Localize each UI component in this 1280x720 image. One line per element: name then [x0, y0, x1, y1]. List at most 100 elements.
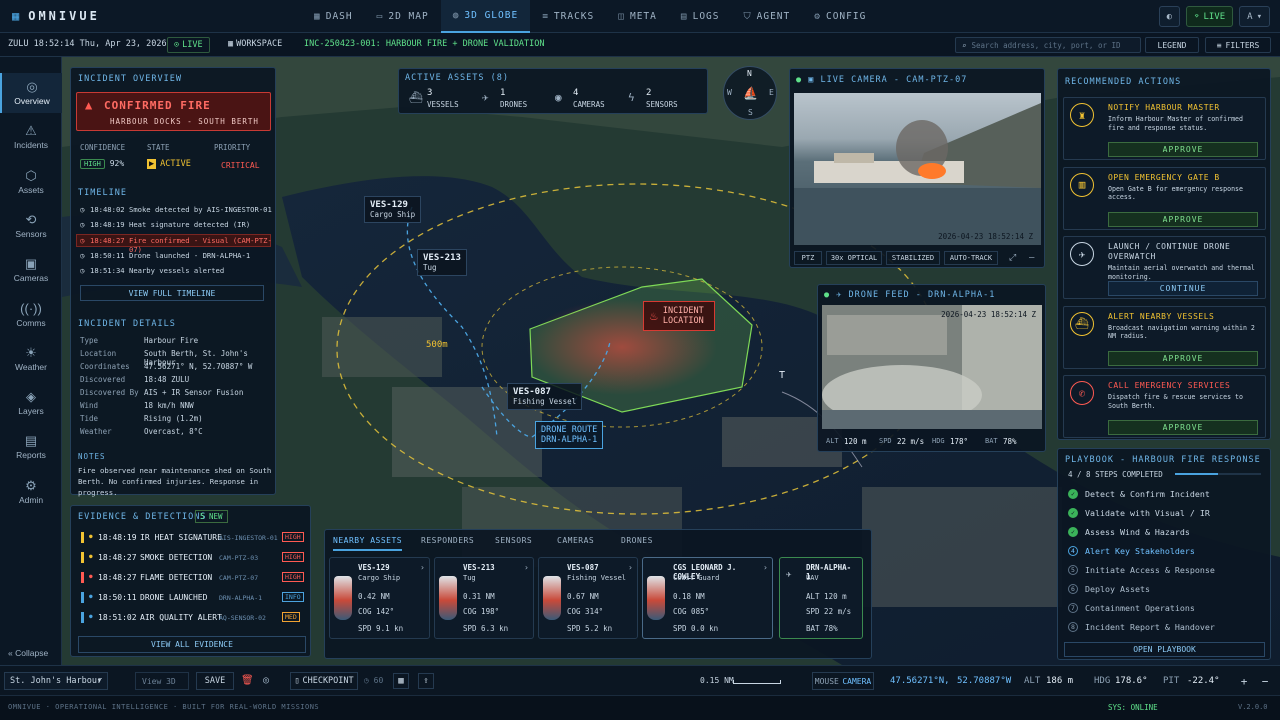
action-approve-button[interactable]: APPROVE [1108, 420, 1258, 435]
confidence-value: HIGH 92% [80, 159, 124, 169]
record-dot-icon: ● [824, 290, 831, 300]
view-full-timeline-button[interactable]: VIEW FULL TIMELINE [80, 285, 264, 301]
chevron-right-icon[interactable]: › [763, 563, 768, 572]
asset-card[interactable]: CGS LEONARD J. COWLEY Coast Guard › 0.18 NM… [642, 557, 773, 639]
camera-control-stabilized[interactable]: STABILIZED [886, 251, 940, 265]
nav-tab-agent[interactable]: ⛉ AGENT [732, 0, 803, 33]
zoom-out-button[interactable]: − [1257, 672, 1273, 690]
asset-card[interactable]: VES-129 Cargo Ship › 0.42 NM COG 142° SPD 9.1… [329, 557, 430, 639]
checkpoint-button[interactable]: ▯ CHECKPOINT [290, 672, 358, 690]
action-approve-button[interactable]: APPROVE [1108, 142, 1258, 157]
action-title: LAUNCH / CONTINUE DRONE OVERWATCH [1108, 242, 1231, 261]
legend-button[interactable]: LEGEND [1145, 37, 1199, 53]
asset-card[interactable]: VES-087 Fishing Vessel › 0.67 NM COG 314° SPD… [538, 557, 638, 639]
asset-type: UAV [806, 574, 819, 582]
playbook-step[interactable]: 7 Containment Operations [1068, 600, 1195, 616]
location-select[interactable]: St. John's Harbour ▾ [4, 672, 108, 690]
sidebar-item-label: Reports [16, 450, 46, 461]
alerts-icon[interactable]: ◐ [1158, 6, 1181, 27]
drone-feed-image[interactable]: 2026-04-23 18:52:14 Z [822, 305, 1042, 429]
sidebar-item-admin[interactable]: ⚙ Admin [0, 472, 62, 512]
sidebar-item-sensors[interactable]: ⟲ Sensors [0, 206, 62, 246]
detail-key: Coordinates [80, 362, 130, 371]
camera-feed-image[interactable]: 2026-04-23 18:52:14 Z [794, 93, 1041, 245]
playbook-step[interactable]: ✓ Detect & Confirm Incident [1068, 486, 1210, 502]
share-icon[interactable]: ⇪ [418, 673, 434, 689]
playbook-step[interactable]: ✓ Assess Wind & Hazards [1068, 524, 1190, 540]
camera-mode[interactable]: CAMERA [842, 677, 871, 686]
open-playbook-button[interactable]: OPEN PLAYBOOK [1064, 642, 1265, 657]
asset-stat-2: COG 314° [567, 607, 604, 616]
sidebar-item-weather[interactable]: ☀ Weather [0, 339, 62, 379]
nav-tab-2d-map[interactable]: ▭ 2D MAP [365, 0, 441, 33]
sidebar-item-cameras[interactable]: ▣ Cameras [0, 250, 62, 290]
nav-tab-logs[interactable]: ▤ LOGS [669, 0, 732, 33]
filters-button[interactable]: ≡ FILTERS [1205, 37, 1271, 53]
camera-control-auto-track[interactable]: AUTO-TRACK [944, 251, 998, 265]
playbook-step[interactable]: ✓ Validate with Visual / IR [1068, 505, 1210, 521]
collapse-label: Collapse [15, 648, 49, 658]
checkpoint-icon: ▯ [294, 676, 300, 686]
playbook-step[interactable]: 6 Deploy Assets [1068, 581, 1150, 597]
nav-tab-tracks[interactable]: ≡ TRACKS [530, 0, 606, 33]
sidebar-item-overview[interactable]: ◎ Overview [0, 73, 62, 113]
sidebar-item-reports[interactable]: ▤ Reports [0, 427, 62, 467]
collapse-button[interactable]: « Collapse [8, 648, 48, 658]
ves-129-id: VES-129 [370, 200, 408, 210]
timeline-event: Smoke detected by AIS-INGESTOR-01 [129, 205, 272, 214]
target-icon[interactable]: ◎ [263, 675, 269, 686]
user-menu-button[interactable]: A ▾ [1239, 6, 1270, 27]
tab-cameras[interactable]: CAMERAS [557, 536, 594, 549]
nav-tab-meta[interactable]: ◫ META [606, 0, 669, 33]
sidebar-item-assets[interactable]: ⬡ Assets [0, 162, 62, 202]
save-button[interactable]: SAVE [196, 672, 234, 690]
workspace-button[interactable]: ▦ WORKSPACE [228, 39, 282, 49]
sidebar-item-layers[interactable]: ◈ Layers [0, 383, 62, 423]
view-mode-select[interactable]: View 3D [135, 672, 189, 690]
map-label-ves-129[interactable]: VES-129 Cargo Ship [364, 196, 422, 223]
compass-south: S [748, 108, 753, 117]
tab-drones[interactable]: DRONES [621, 536, 653, 549]
sidebar-item-comms[interactable]: ((·)) Comms [0, 295, 62, 335]
map-label-ves-087[interactable]: VES-087 Fishing Vessel [507, 383, 583, 410]
compass-control[interactable]: N S E W ⛵ [723, 66, 777, 120]
longitude-readout: 52.70887°W [957, 676, 1012, 686]
chevron-right-icon[interactable]: › [628, 563, 633, 572]
nav-tab-config[interactable]: ⚙ CONFIG [802, 0, 878, 33]
action-approve-button[interactable]: APPROVE [1108, 211, 1258, 227]
incident-location-marker[interactable]: ♨ INCIDENT LOCATION [643, 301, 715, 331]
live-toggle-button[interactable]: ⌔ LIVE [1186, 6, 1234, 27]
search-input[interactable]: ⌕ Search address, city, port, or ID [955, 37, 1141, 53]
grid-view-icon[interactable]: ▦ [393, 673, 409, 689]
asset-card[interactable]: ✈ DRN-ALPHA-1 UAV ALT 120 m SPD 22 m/s BAT 78… [779, 557, 863, 639]
playbook-step[interactable]: 4 Alert Key Stakeholders [1068, 543, 1195, 559]
playbook-step[interactable]: 5 Initiate Access & Response [1068, 562, 1215, 578]
tab-sensors[interactable]: SENSORS [495, 536, 532, 549]
view-all-evidence-button[interactable]: VIEW ALL EVIDENCE [78, 636, 306, 653]
action-approve-button[interactable]: APPROVE [1108, 350, 1258, 366]
sidebar-item-incidents[interactable]: ⚠ Incidents [0, 117, 62, 157]
delete-icon[interactable]: 🗑 [241, 675, 254, 686]
compass-needle-icon: ⛵ [743, 86, 758, 100]
nav-tab-dash[interactable]: ▦ DASH [302, 0, 365, 33]
camera-control-ptz[interactable]: PTZ [794, 251, 822, 265]
zoom-in-button[interactable]: + [1236, 672, 1252, 690]
mouse-mode[interactable]: MOUSE [815, 677, 839, 686]
fullscreen-icon[interactable]: ⤢ [1009, 253, 1016, 263]
chevron-right-icon[interactable]: › [420, 563, 425, 572]
cursor-mode-toggle[interactable]: MOUSE CAMERA [812, 672, 874, 690]
map-label-ves-213[interactable]: VES-213 Tug [417, 249, 467, 276]
chevron-right-icon[interactable]: › [524, 563, 529, 572]
minimize-icon[interactable]: — [1029, 253, 1034, 263]
nav-tab-3d-globe[interactable]: ◍ 3D GLOBE [440, 0, 531, 33]
camera-control-30x-optical[interactable]: 30x OPTICAL [826, 251, 882, 265]
tab-responders[interactable]: RESPONDERS [421, 536, 474, 549]
assets-icon: ⬡ [25, 167, 37, 183]
tab-nearby-assets[interactable]: NEARBY ASSETS [333, 536, 403, 551]
drone-route-label[interactable]: DRONE ROUTE DRN-ALPHA-1 [535, 421, 604, 449]
playbook-step[interactable]: 8 Incident Report & Handover [1068, 619, 1215, 635]
live-status-pill[interactable]: ⊙ LIVE [167, 37, 210, 53]
evidence-severity-bar [81, 612, 84, 623]
asset-card[interactable]: VES-213 Tug › 0.31 NM COG 198° SPD 6.3 kn [434, 557, 534, 639]
action-continue-button[interactable]: CONTINUE [1108, 281, 1258, 296]
